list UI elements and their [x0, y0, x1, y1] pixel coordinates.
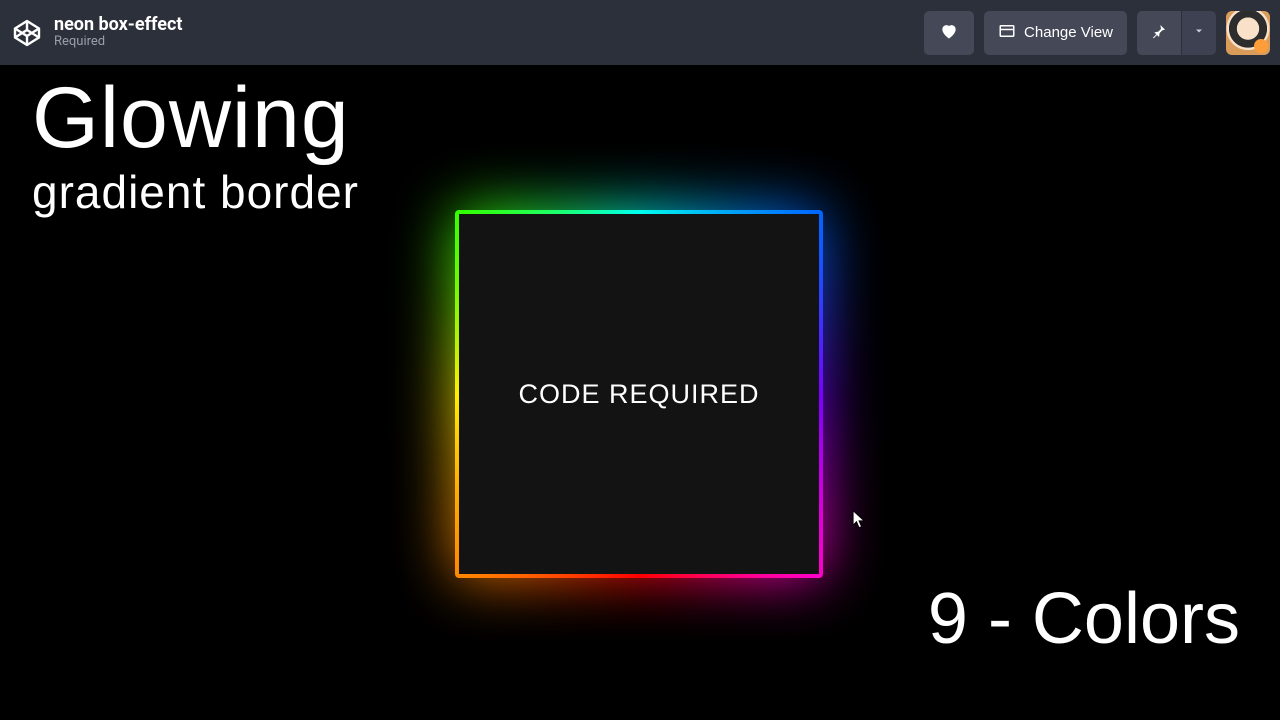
- pin-icon: [1151, 23, 1167, 43]
- pin-button-group: [1137, 11, 1216, 55]
- neon-box: CODE REQUIRED: [455, 210, 823, 578]
- pen-author[interactable]: Required: [54, 35, 182, 50]
- preview-stage: Glowing gradient border CODE REQUIRED 9 …: [0, 65, 1280, 720]
- codepen-logo-icon[interactable]: [10, 16, 44, 50]
- overlay-title-line1: Glowing: [32, 75, 359, 161]
- change-view-label: Change View: [1024, 24, 1113, 41]
- user-avatar[interactable]: [1226, 11, 1270, 55]
- pin-dropdown-button[interactable]: [1182, 11, 1216, 55]
- like-button[interactable]: [924, 11, 974, 55]
- topbar: neon box-effect Required Change View: [0, 0, 1280, 65]
- pen-title[interactable]: neon box-effect: [54, 15, 182, 36]
- pen-identity: neon box-effect Required: [10, 15, 182, 51]
- topbar-actions: Change View: [924, 11, 1270, 55]
- layout-icon: [998, 22, 1016, 44]
- overlay-title: Glowing gradient border: [32, 75, 359, 218]
- pen-meta: neon box-effect Required: [54, 15, 182, 51]
- neon-box-label: CODE REQUIRED: [518, 379, 759, 410]
- pin-button[interactable]: [1137, 11, 1181, 55]
- change-view-button[interactable]: Change View: [984, 11, 1127, 55]
- heart-icon: [939, 21, 959, 45]
- overlay-title-line2: gradient border: [32, 167, 359, 218]
- chevron-down-icon: [1193, 24, 1205, 41]
- neon-box-content: CODE REQUIRED: [459, 214, 819, 574]
- cursor-icon: [852, 510, 866, 530]
- overlay-footer: 9 - Colors: [928, 578, 1240, 660]
